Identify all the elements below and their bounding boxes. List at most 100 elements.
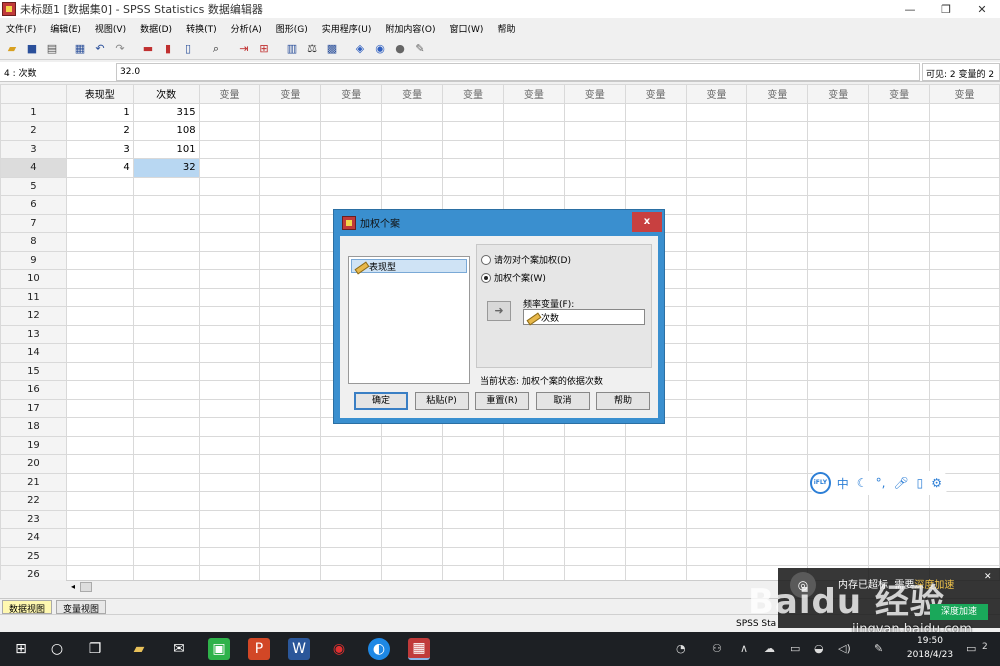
empty-variable-header[interactable]: 变量 bbox=[624, 84, 687, 104]
empty-cell[interactable] bbox=[563, 491, 626, 511]
powerpoint-icon[interactable]: P bbox=[248, 638, 270, 660]
empty-cell[interactable] bbox=[929, 343, 1000, 363]
insert-variable-icon[interactable]: ⊞ bbox=[256, 41, 272, 57]
empty-cell[interactable] bbox=[929, 139, 1000, 159]
tab-variable-view[interactable]: 变量视图 bbox=[56, 600, 107, 615]
scroll-thumb[interactable] bbox=[80, 582, 92, 592]
empty-cell[interactable] bbox=[868, 232, 931, 252]
empty-cell[interactable] bbox=[563, 176, 626, 196]
empty-cell[interactable] bbox=[259, 306, 322, 326]
row-header[interactable]: 9 bbox=[0, 250, 67, 270]
empty-cell[interactable] bbox=[807, 287, 870, 307]
empty-cell[interactable] bbox=[320, 472, 383, 492]
empty-cell[interactable] bbox=[746, 195, 809, 215]
frequency-variable-field[interactable]: 次数 bbox=[523, 309, 645, 325]
empty-cell[interactable] bbox=[868, 380, 931, 400]
minimize-button[interactable]: — bbox=[892, 0, 928, 18]
empty-cell[interactable] bbox=[868, 139, 931, 159]
empty-cell[interactable] bbox=[868, 417, 931, 437]
empty-cell[interactable] bbox=[685, 213, 748, 233]
empty-cell[interactable] bbox=[746, 121, 809, 141]
empty-cell[interactable] bbox=[807, 250, 870, 270]
empty-cell[interactable] bbox=[868, 398, 931, 418]
help-button[interactable]: 帮助 bbox=[596, 392, 650, 410]
iqiyi-icon[interactable]: ▣ bbox=[208, 638, 230, 660]
row-header[interactable]: 26 bbox=[0, 565, 67, 580]
data-cell[interactable] bbox=[132, 176, 200, 196]
empty-cell[interactable] bbox=[807, 509, 870, 529]
menu-graphs[interactable]: 图形(G) bbox=[276, 22, 308, 35]
empty-cell[interactable] bbox=[259, 176, 322, 196]
data-cell[interactable] bbox=[65, 435, 134, 455]
data-cell[interactable] bbox=[132, 417, 200, 437]
gear-icon[interactable]: ⚙ bbox=[931, 476, 942, 490]
empty-cell[interactable] bbox=[563, 546, 626, 566]
empty-cell[interactable] bbox=[259, 380, 322, 400]
empty-cell[interactable] bbox=[929, 324, 1000, 344]
variable-list-item[interactable]: 表现型 bbox=[351, 259, 467, 273]
empty-cell[interactable] bbox=[929, 121, 1000, 141]
close-window-button[interactable]: ✕ bbox=[964, 0, 1000, 18]
print-icon[interactable]: ▤ bbox=[44, 41, 60, 57]
empty-cell[interactable] bbox=[807, 232, 870, 252]
empty-cell[interactable] bbox=[929, 287, 1000, 307]
menu-window[interactable]: 窗口(W) bbox=[450, 22, 484, 35]
empty-cell[interactable] bbox=[624, 546, 687, 566]
row-header[interactable]: 5 bbox=[0, 176, 67, 196]
row-header[interactable]: 17 bbox=[0, 398, 67, 418]
row-header[interactable]: 18 bbox=[0, 417, 67, 437]
menu-file[interactable]: 文件(F) bbox=[6, 22, 36, 35]
data-cell[interactable] bbox=[132, 195, 200, 215]
empty-cell[interactable] bbox=[320, 435, 383, 455]
split-file-icon[interactable]: ▥ bbox=[284, 41, 300, 57]
empty-cell[interactable] bbox=[563, 454, 626, 474]
empty-cell[interactable] bbox=[807, 435, 870, 455]
empty-cell[interactable] bbox=[685, 324, 748, 344]
empty-cell[interactable] bbox=[624, 158, 687, 178]
row-header[interactable]: 21 bbox=[0, 472, 67, 492]
data-cell[interactable] bbox=[132, 380, 200, 400]
empty-cell[interactable] bbox=[685, 454, 748, 474]
network-icon[interactable]: ◒ bbox=[814, 642, 824, 655]
empty-cell[interactable] bbox=[563, 528, 626, 548]
empty-cell[interactable] bbox=[198, 435, 261, 455]
empty-cell[interactable] bbox=[198, 121, 261, 141]
data-cell[interactable]: 3 bbox=[65, 139, 134, 159]
value-labels-icon[interactable]: ◈ bbox=[352, 41, 368, 57]
ifly-logo[interactable]: iFLY bbox=[810, 472, 831, 494]
data-cell[interactable] bbox=[132, 250, 200, 270]
empty-cell[interactable] bbox=[320, 121, 383, 141]
empty-cell[interactable] bbox=[624, 102, 687, 122]
empty-cell[interactable] bbox=[563, 158, 626, 178]
data-cell[interactable] bbox=[132, 232, 200, 252]
data-cell[interactable] bbox=[65, 509, 134, 529]
empty-cell[interactable] bbox=[746, 528, 809, 548]
data-cell[interactable] bbox=[132, 361, 200, 381]
reset-button[interactable]: 重置(R) bbox=[475, 392, 529, 410]
empty-cell[interactable] bbox=[502, 565, 565, 580]
menu-data[interactable]: 数据(D) bbox=[140, 22, 172, 35]
insert-cases-icon[interactable]: ⇥ bbox=[236, 41, 252, 57]
empty-cell[interactable] bbox=[198, 343, 261, 363]
redo-icon[interactable]: ↷ bbox=[112, 41, 128, 57]
empty-cell[interactable] bbox=[929, 213, 1000, 233]
empty-cell[interactable] bbox=[442, 121, 504, 141]
row-header[interactable]: 7 bbox=[0, 213, 67, 233]
data-cell[interactable] bbox=[65, 528, 134, 548]
empty-cell[interactable] bbox=[259, 565, 322, 580]
empty-cell[interactable] bbox=[198, 546, 261, 566]
empty-cell[interactable] bbox=[502, 491, 565, 511]
data-cell[interactable] bbox=[132, 324, 200, 344]
menu-transform[interactable]: 转换(T) bbox=[186, 22, 217, 35]
empty-cell[interactable] bbox=[198, 139, 261, 159]
empty-cell[interactable] bbox=[746, 546, 809, 566]
cortana-icon[interactable]: ○ bbox=[46, 638, 68, 660]
maximize-button[interactable]: ❐ bbox=[928, 0, 964, 18]
dialog-close-button[interactable]: x bbox=[632, 212, 662, 232]
column-header[interactable]: 表现型 bbox=[65, 84, 134, 104]
empty-cell[interactable] bbox=[624, 176, 687, 196]
empty-cell[interactable] bbox=[746, 454, 809, 474]
empty-cell[interactable] bbox=[685, 472, 748, 492]
empty-cell[interactable] bbox=[868, 250, 931, 270]
data-cell[interactable] bbox=[65, 343, 134, 363]
